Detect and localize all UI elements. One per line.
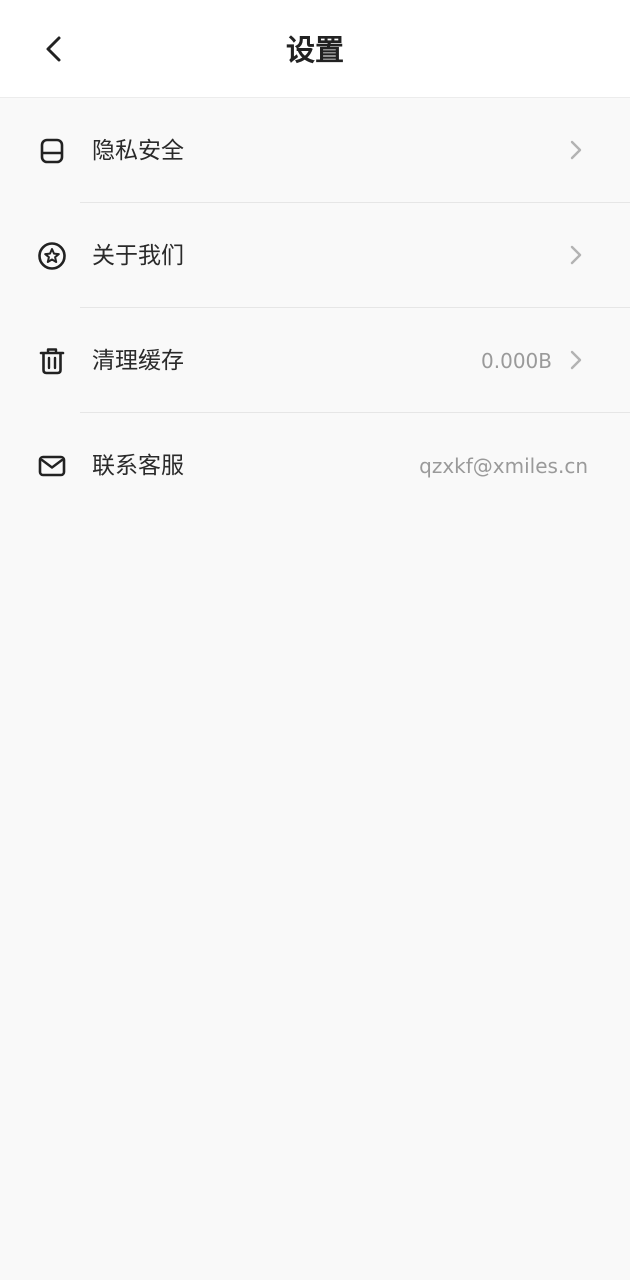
chevron-right-icon bbox=[566, 138, 586, 162]
star-circle-icon bbox=[36, 240, 68, 272]
inbox-tray-icon bbox=[36, 135, 68, 167]
settings-list: 隐私安全 关于我们 清理缓存 0.000B 联系客服 qzxkf@xmiles.… bbox=[0, 98, 630, 518]
chevron-right-icon bbox=[566, 348, 586, 372]
clear-cache-item[interactable]: 清理缓存 0.000B bbox=[0, 308, 630, 413]
trash-icon bbox=[36, 345, 68, 377]
privacy-security-item[interactable]: 隐私安全 bbox=[0, 98, 630, 203]
header-bar: 设置 bbox=[0, 0, 630, 98]
chevron-right-icon bbox=[566, 243, 586, 267]
mail-icon bbox=[36, 450, 68, 482]
about-us-label: 关于我们 bbox=[92, 243, 184, 269]
contact-support-item[interactable]: 联系客服 qzxkf@xmiles.cn bbox=[0, 413, 630, 518]
privacy-security-label: 隐私安全 bbox=[92, 138, 184, 164]
clear-cache-label: 清理缓存 bbox=[92, 348, 184, 374]
settings-screen: 设置 隐私安全 关于我们 清理缓存 0.000B 联系客服 qzxkf@xmil… bbox=[0, 0, 630, 1280]
contact-support-label: 联系客服 bbox=[92, 453, 184, 479]
page-title: 设置 bbox=[285, 33, 344, 67]
support-email-value: qzxkf@xmiles.cn bbox=[419, 454, 588, 478]
cache-size-value: 0.000B bbox=[481, 349, 552, 373]
about-us-item[interactable]: 关于我们 bbox=[0, 203, 630, 308]
